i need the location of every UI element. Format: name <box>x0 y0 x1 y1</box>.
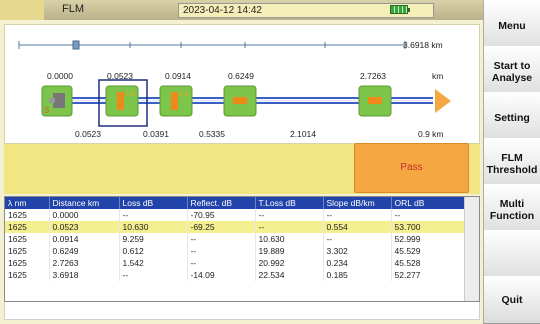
quit-button[interactable]: Quit <box>483 276 540 324</box>
table-cell: 53.700 <box>391 221 465 233</box>
table-cell: 10.630 <box>119 221 188 233</box>
column-header: λ nm <box>5 197 50 209</box>
table-cell: -69.25 <box>187 221 256 233</box>
table-cell: 0.0523 <box>49 221 120 233</box>
table-cell: -70.95 <box>187 209 256 221</box>
span-length-label: 0.5335 <box>199 129 225 139</box>
table-cell: 0.0914 <box>49 233 120 245</box>
table-cell: 22.534 <box>255 269 324 281</box>
svg-text:S: S <box>44 106 49 115</box>
table-cell: 0.0000 <box>49 209 120 221</box>
event-position-label: 0.0523 <box>107 71 133 81</box>
table-cell: 1625 <box>5 233 50 245</box>
table-cell: 0.234 <box>323 257 392 269</box>
table-header-row: λ nm Distance km Loss dB Reflect. dB T.L… <box>5 197 465 209</box>
column-header: ORL dB <box>391 197 465 209</box>
table-cell: 9.259 <box>119 233 188 245</box>
info-bar <box>4 302 480 320</box>
table-row[interactable]: 1625 0.0000 -- -70.95 -- -- -- <box>5 209 465 221</box>
scale-length-label: 3.6918 km <box>403 40 443 50</box>
end-length-label: 0.9 km <box>418 129 444 139</box>
table-cell: 52.277 <box>391 269 465 281</box>
launch-connector-icon: S <box>41 85 73 117</box>
svg-text:1:8: 1:8 <box>179 91 189 98</box>
splitter-icon: 1:8 <box>159 85 193 117</box>
table-cell: -- <box>391 209 465 221</box>
title-bar: FLM 2023-04-12 14:42 <box>0 0 483 20</box>
table-cell: 45.528 <box>391 257 465 269</box>
event-position-label: 0.0000 <box>47 71 73 81</box>
table-cell: 3.6918 <box>49 269 120 281</box>
table-cell: 10.630 <box>255 233 324 245</box>
splice-icon <box>223 85 257 117</box>
splitter-icon: 1:8 <box>105 85 139 117</box>
table-row[interactable]: 1625 0.0523 10.630 -69.25 -- 0.554 53.700 <box>5 221 465 233</box>
table-row[interactable]: 1625 0.0914 9.259 -- 10.630 -- 52.999 <box>5 233 465 245</box>
table-row[interactable]: 1625 0.6249 0.612 -- 19.889 3.302 45.529 <box>5 245 465 257</box>
end-arrow-icon <box>435 89 451 113</box>
app-title: FLM <box>62 3 84 15</box>
span-length-label: 0.0391 <box>143 129 169 139</box>
svg-text:1:8: 1:8 <box>125 91 135 98</box>
column-header: Distance km <box>49 197 120 209</box>
span-length-label: 2.1014 <box>290 129 316 139</box>
table-cell: -- <box>119 209 188 221</box>
table-cell: -- <box>255 209 324 221</box>
table-cell: -- <box>187 233 256 245</box>
table-cell: -- <box>323 209 392 221</box>
table-cell: -- <box>187 245 256 257</box>
table-cell: 45.529 <box>391 245 465 257</box>
table-cell: -- <box>187 257 256 269</box>
event-position-label: 2.7263 <box>360 71 386 81</box>
splice-icon <box>358 85 392 117</box>
table-body: 1625 0.0000 -- -70.95 -- -- -- 1625 0.0523 10.630… <box>5 209 465 281</box>
sidebar: Menu Start to Analyse Setting FLM Thresh… <box>483 0 540 324</box>
event-table[interactable]: λ nm Distance km Loss dB Reflect. dB T.L… <box>4 196 480 302</box>
table-cell: 0.554 <box>323 221 392 233</box>
table-cell: 1625 <box>5 221 50 233</box>
table-cell: -- <box>323 233 392 245</box>
column-header: Slope dB/km <box>323 197 392 209</box>
event-position-label: 0.6249 <box>228 71 254 81</box>
table-row[interactable]: 1625 3.6918 -- -14.09 22.534 0.185 52.277 <box>5 269 465 281</box>
title-bar-accent <box>0 0 44 20</box>
table-cell: 1625 <box>5 257 50 269</box>
table-cell: 20.992 <box>255 257 324 269</box>
table-cell: 0.6249 <box>49 245 120 257</box>
table-cell: 1625 <box>5 245 50 257</box>
scale-cursor <box>72 40 80 50</box>
table-cell: -14.09 <box>187 269 256 281</box>
table-cell: 19.889 <box>255 245 324 257</box>
table-cell: 3.302 <box>323 245 392 257</box>
table-row[interactable]: 1625 2.7263 1.542 -- 20.992 0.234 45.528 <box>5 257 465 269</box>
event-position-label: 0.0914 <box>165 71 191 81</box>
table-cell: -- <box>255 221 324 233</box>
battery-icon <box>390 5 410 14</box>
link-map-panel[interactable]: S 1:8 1:8 3.6918 km 0.0000 0.0523 0.0914… <box>4 24 480 144</box>
table-cell: 0.612 <box>119 245 188 257</box>
position-unit-label: km <box>432 71 444 81</box>
table-cell: -- <box>119 269 188 281</box>
vertical-scrollbar[interactable] <box>464 197 479 301</box>
table-cell: 1625 <box>5 209 50 221</box>
main-area: FLM 2023-04-12 14:42 S 1:8 1:8 3.6918 km… <box>0 0 483 324</box>
table-cell: 2.7263 <box>49 257 120 269</box>
table-cell: 0.185 <box>323 269 392 281</box>
span-length-label: 0.0523 <box>75 129 101 139</box>
column-header: Reflect. dB <box>187 197 256 209</box>
table-cell: 1.542 <box>119 257 188 269</box>
table-cell: 1625 <box>5 269 50 281</box>
table-cell: 52.999 <box>391 233 465 245</box>
pass-status-badge: Pass <box>354 143 469 193</box>
column-header: Loss dB <box>119 197 188 209</box>
column-header: T.Loss dB <box>255 197 324 209</box>
